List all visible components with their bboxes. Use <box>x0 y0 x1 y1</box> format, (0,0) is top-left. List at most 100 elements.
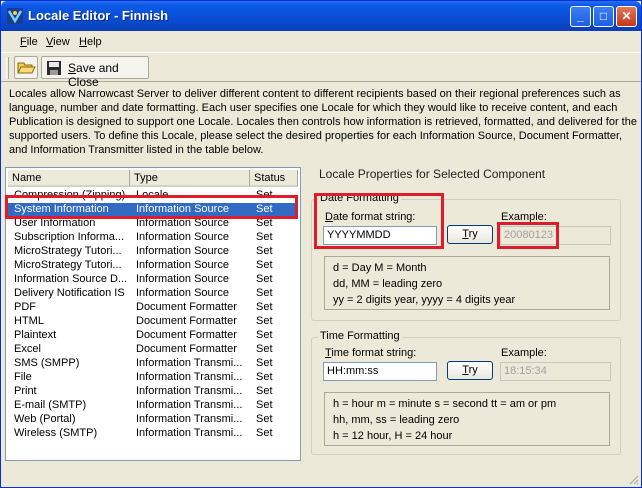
date-example-label: Example: <box>501 211 547 223</box>
time-example-value: 18:15:34 <box>500 362 611 381</box>
column-header-type[interactable]: Type <box>130 170 250 187</box>
date-try-button[interactable]: Try <box>447 225 493 244</box>
list-item-name: Wireless (SMTP) <box>14 427 98 439</box>
date-try-label: ry <box>468 228 478 240</box>
close-button[interactable]: ✕ <box>616 6 637 27</box>
date-hint-box: d = Day M = Month dd, MM = leading zero … <box>324 256 610 310</box>
list-item-type: Information Source <box>136 203 229 215</box>
list-item-status: Set <box>256 399 273 411</box>
column-header-name[interactable]: Name <box>8 170 130 187</box>
list-item-status: Set <box>256 259 273 271</box>
time-hint-line: hh, mm, ss = leading zero <box>333 414 460 426</box>
list-item-status: Set <box>256 287 273 299</box>
list-item-type: Information Transmi... <box>136 399 243 411</box>
list-item-type: Information Source <box>136 245 229 257</box>
list-item[interactable]: Compression (Zipping) Locale Set <box>8 189 298 203</box>
list-item-type: Document Formatter <box>136 343 237 355</box>
list-item-name: Excel <box>14 343 41 355</box>
list-item-type: Document Formatter <box>136 329 237 341</box>
list-item-type: Information Transmi... <box>136 371 243 383</box>
resize-grip[interactable] <box>627 473 639 485</box>
list-item-name: Web (Portal) <box>14 413 76 425</box>
list-item[interactable]: Delivery Notification IS Information Sour… <box>8 287 298 301</box>
toolbar-grip[interactable] <box>6 57 9 79</box>
list-item[interactable]: MicroStrategy Tutori... Information Sourc… <box>8 259 298 273</box>
list-item-status: Set <box>256 189 273 201</box>
list-item-type: Locale <box>136 189 169 201</box>
time-format-input[interactable]: HH:mm:ss <box>323 362 437 381</box>
list-item-status: Set <box>256 427 273 439</box>
list-item-type: Information Source <box>136 217 229 229</box>
list-item-name: Information Source D... <box>14 273 128 285</box>
list-item[interactable]: Excel Document Formatter Set <box>8 343 298 357</box>
menu-bar: File View Help <box>1 31 641 53</box>
time-example-label: Example: <box>501 347 547 359</box>
list-item-name: HTML <box>14 315 44 327</box>
time-format-label: Time format string: <box>325 347 416 359</box>
list-item-status: Set <box>256 371 273 383</box>
save-and-close-button[interactable]: Save and Close <box>41 56 149 89</box>
list-item[interactable]: Print Information Transmi... Set <box>8 385 298 399</box>
minimize-button[interactable]: _ <box>570 6 591 27</box>
open-folder-icon <box>17 62 36 74</box>
list-item[interactable]: HTML Document Formatter Set <box>8 315 298 329</box>
menu-file-mnemonic: F <box>20 36 27 48</box>
list-item-name: Delivery Notification IS <box>14 287 125 299</box>
list-item-status: Set <box>256 315 273 327</box>
menu-help-label: elp <box>86 36 102 48</box>
list-item-type: Information Transmi... <box>136 385 243 397</box>
menu-help[interactable]: Help <box>79 36 102 48</box>
list-item-status: Set <box>256 245 273 257</box>
list-item[interactable]: MicroStrategy Tutori... Information Sourc… <box>8 245 298 259</box>
list-item-status: Set <box>256 217 273 229</box>
time-try-button[interactable]: Try <box>447 361 493 380</box>
list-item-status: Set <box>256 357 273 369</box>
list-item[interactable]: E-mail (SMTP) Information Transmi... Set <box>8 399 298 413</box>
list-item-status: Set <box>256 301 273 313</box>
component-list[interactable]: Name Type Status Compression (Zipping) Lo… <box>5 167 301 461</box>
resize-grip-icon <box>629 475 639 485</box>
title-bar[interactable]: Locale Editor - Finnish _ □ ✕ <box>1 1 641 31</box>
list-item-status: Set <box>256 231 273 243</box>
date-format-label: Date format string: <box>325 211 416 223</box>
date-group-title: Date Formatting <box>318 192 401 204</box>
window-title: Locale Editor - Finnish <box>28 8 169 23</box>
date-hint-line: d = Day M = Month <box>333 262 427 274</box>
list-item-type: Information Transmi... <box>136 427 243 439</box>
date-hint-line: yy = 2 digits year, yyyy = 4 digits year <box>333 294 516 306</box>
list-item-type: Information Transmi... <box>136 357 243 369</box>
list-item-type: Information Source <box>136 287 229 299</box>
save-mnemonic: S <box>68 61 77 75</box>
list-item-name: E-mail (SMTP) <box>14 399 87 411</box>
list-item-name: File <box>14 371 32 383</box>
list-item-name: PDF <box>14 301 36 313</box>
list-item[interactable]: SMS (SMPP) Information Transmi... Set <box>8 357 298 371</box>
list-item-status: Set <box>256 329 273 341</box>
locale-editor-window: Locale Editor - Finnish _ □ ✕ File View … <box>0 0 642 488</box>
save-label-rest: ave and Close <box>68 61 119 89</box>
list-item[interactable]: System Information Information Source Set <box>8 203 298 217</box>
properties-title: Locale Properties for Selected Component <box>319 167 546 181</box>
list-item[interactable]: File Information Transmi... Set <box>8 371 298 385</box>
time-group-title: Time Formatting <box>318 330 402 342</box>
list-item[interactable]: Web (Portal) Information Transmi... Set <box>8 413 298 427</box>
open-folder-button[interactable] <box>14 56 38 79</box>
time-try-label: ry <box>468 364 478 376</box>
save-icon <box>47 61 61 75</box>
list-item-status: Set <box>256 203 273 215</box>
menu-file[interactable]: File <box>20 36 38 48</box>
list-item[interactable]: PDF Document Formatter Set <box>8 301 298 315</box>
date-format-input[interactable]: YYYYMMDD <box>323 226 437 245</box>
toolbar: Save and Close <box>1 54 641 89</box>
column-header-status[interactable]: Status <box>250 170 298 187</box>
list-item[interactable]: User Information Information Source Set <box>8 217 298 231</box>
menu-view[interactable]: View <box>46 36 70 48</box>
list-header: Name Type Status <box>8 170 298 187</box>
list-item[interactable]: Subscription Informa... Information Sourc… <box>8 231 298 245</box>
list-item[interactable]: Information Source D... Information Sourc… <box>8 273 298 287</box>
maximize-button[interactable]: □ <box>593 6 614 27</box>
list-item[interactable]: Plaintext Document Formatter Set <box>8 329 298 343</box>
time-label-rest: ime format string: <box>331 347 417 359</box>
list-item[interactable]: Wireless (SMTP) Information Transmi... Set <box>8 427 298 441</box>
menu-file-label: ile <box>26 36 38 48</box>
